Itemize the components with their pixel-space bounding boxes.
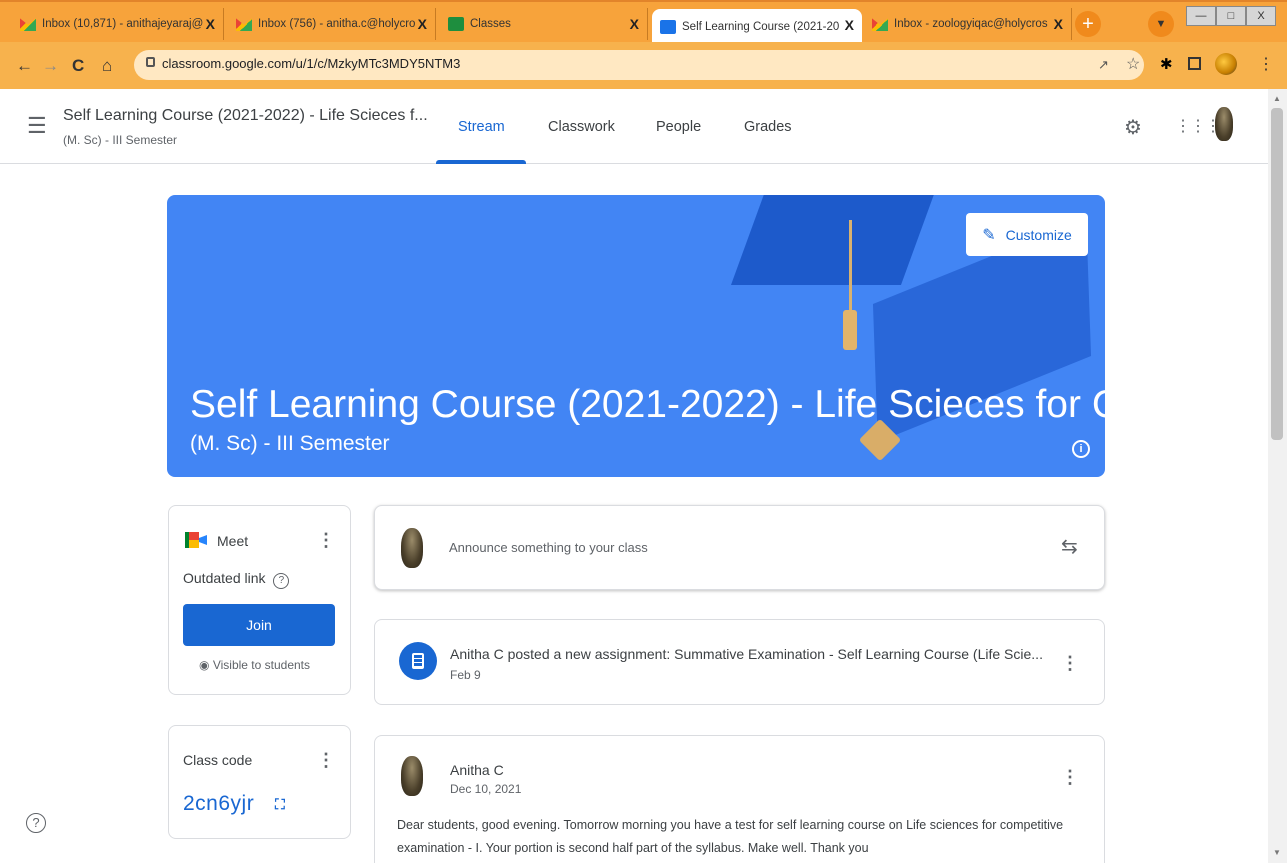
class-title[interactable]: Self Learning Course (2021-2022) - Life … [63,107,428,125]
hamburger-menu-icon[interactable]: ☰ [27,115,47,137]
tab-classwork[interactable]: Classwork [548,119,615,135]
class-subtitle: (M. Sc) - III Semester [63,133,178,147]
help-question-icon[interactable]: ? [273,573,290,589]
scrollbar-thumb[interactable] [1271,108,1283,440]
class-code-card: Class code ⋮ 2cn6yjr ⛶ [168,725,351,839]
customize-button[interactable]: ✎ Customize [966,213,1088,256]
scroll-up-icon[interactable]: ▲ [1273,94,1281,103]
announcement-post: Anitha C Dec 10, 2021 ⋮ Dear students, g… [374,735,1105,863]
visibility-note: ◉ Visible to students [199,658,310,672]
customize-label: Customize [1005,226,1072,243]
maximize-icon[interactable]: □ [1216,6,1246,26]
close-tab-icon[interactable]: X [418,16,427,32]
browser-tab-inbox-3[interactable]: Inbox - zoologyiqac@holycros X [864,8,1072,40]
scroll-down-icon[interactable]: ▼ [1273,848,1281,857]
tab-label: Classes [470,18,511,30]
tassel-cord-illustration [849,220,852,315]
meet-status: Outdated link ? [183,570,290,589]
class-code-more-options-icon[interactable]: ⋮ [317,751,335,769]
close-tab-icon[interactable]: X [1054,16,1063,32]
close-window-icon[interactable]: X [1246,6,1276,26]
tab-label: Inbox - zoologyiqac@holycros [894,18,1048,30]
assignment-title[interactable]: Anitha C posted a new assignment: Summat… [450,646,1043,662]
gmail-icon [236,18,252,31]
tab-label: Inbox (10,871) - anithajeyaraj@ [42,18,204,30]
url-text[interactable]: classroom.google.com/u/1/c/MzkyMTc3MDY5N… [162,56,460,71]
extensions-puzzle-icon[interactable]: ✱ [1160,55,1173,73]
browser-profile-avatar[interactable] [1215,53,1237,75]
meet-card: Meet ⋮ Outdated link ? Join ◉ Visible to… [168,505,351,695]
banner-title: Self Learning Course (2021-2022) - Life … [190,383,1105,426]
help-question-icon[interactable]: ? [26,813,46,833]
gmail-icon [20,18,36,31]
minimize-icon[interactable]: — [1186,6,1216,26]
gmail-icon [872,18,888,31]
tab-stream[interactable]: Stream [458,119,505,135]
google-meet-icon [185,532,207,548]
classroom-header: ☰ Self Learning Course (2021-2022) - Lif… [0,89,1268,164]
reload-icon[interactable]: C [72,56,84,76]
author-avatar [401,756,423,796]
pencil-icon: ✎ [982,226,996,244]
class-code-value: 2cn6yjr [183,792,255,815]
share-icon[interactable]: ↗ [1098,57,1109,73]
meet-title: Meet [217,533,249,549]
lock-icon[interactable] [146,57,155,67]
active-tab-indicator [436,160,526,164]
tab-search-chevron-icon[interactable]: ▼ [1148,11,1174,37]
class-settings-gear-icon[interactable]: ⚙ [1124,115,1142,140]
meet-status-text: Outdated link [183,570,266,586]
browser-tab-strip: Inbox (10,871) - anithajeyaraj@ X Inbox … [0,0,1287,44]
side-panel-icon[interactable] [1188,57,1201,70]
class-banner: ✎ Customize Self Learning Course (2021-2… [167,195,1105,477]
classroom-icon [660,19,676,34]
class-info-icon[interactable]: i [1072,440,1090,458]
browser-tab-classes[interactable]: Classes X [440,8,648,40]
join-meet-button[interactable]: Join [183,604,335,646]
close-tab-icon[interactable]: X [630,16,639,32]
browser-menu-icon[interactable]: ⋮ [1258,54,1274,74]
user-avatar [401,528,423,568]
post-author: Anitha C [450,762,504,778]
forward-arrow-icon[interactable]: → [42,56,59,76]
browser-tab-inbox-1[interactable]: Inbox (10,871) - anithajeyaraj@ X [12,8,224,40]
tab-people[interactable]: People [656,119,701,135]
class-code-label: Class code [183,752,253,768]
display-fullscreen-icon[interactable]: ⛶ [275,796,285,813]
close-tab-icon[interactable]: X [206,16,215,32]
google-apps-grid-icon[interactable]: ⋮⋮⋮ [1175,116,1221,136]
visibility-text: Visible to students [212,658,310,672]
meet-more-options-icon[interactable]: ⋮ [317,531,335,549]
banner-subtitle: (M. Sc) - III Semester [190,432,390,455]
window-controls: — □ X [1186,6,1276,26]
post-date: Dec 10, 2021 [450,782,522,796]
classroom-icon [448,17,464,31]
tab-grades[interactable]: Grades [744,119,792,135]
assignment-icon [399,642,437,680]
assignment-post[interactable]: Anitha C posted a new assignment: Summat… [374,619,1105,705]
announce-box[interactable]: Announce something to your class ⇆ [374,505,1105,590]
browser-tab-self-learning[interactable]: Self Learning Course (2021-20 X [652,9,862,44]
account-avatar[interactable] [1215,107,1233,141]
new-tab-button[interactable]: + [1075,11,1101,37]
browser-toolbar: ← → C ⌂ classroom.google.com/u/1/c/MzkyM… [0,42,1287,89]
tab-label: Inbox (756) - anitha.c@holycro [258,18,416,30]
browser-tab-inbox-2[interactable]: Inbox (756) - anitha.c@holycro X [228,8,436,40]
post-body: Dear students, good evening. Tomorrow mo… [397,818,1064,855]
tassel-illustration [843,310,857,350]
bookmark-star-icon[interactable]: ☆ [1126,54,1140,74]
post-more-options-icon[interactable]: ⋮ [1061,768,1079,786]
back-arrow-icon[interactable]: ← [16,56,33,76]
announce-placeholder[interactable]: Announce something to your class [449,540,648,555]
close-tab-icon[interactable]: X [845,17,854,33]
home-icon[interactable]: ⌂ [102,56,112,76]
assignment-more-options-icon[interactable]: ⋮ [1061,654,1079,672]
tab-label: Self Learning Course (2021-20 [682,20,840,33]
assignment-date: Feb 9 [450,668,481,682]
eye-icon: ◉ [199,658,210,672]
graduation-cap-illustration [730,195,942,285]
reuse-post-icon[interactable]: ⇆ [1061,534,1078,559]
